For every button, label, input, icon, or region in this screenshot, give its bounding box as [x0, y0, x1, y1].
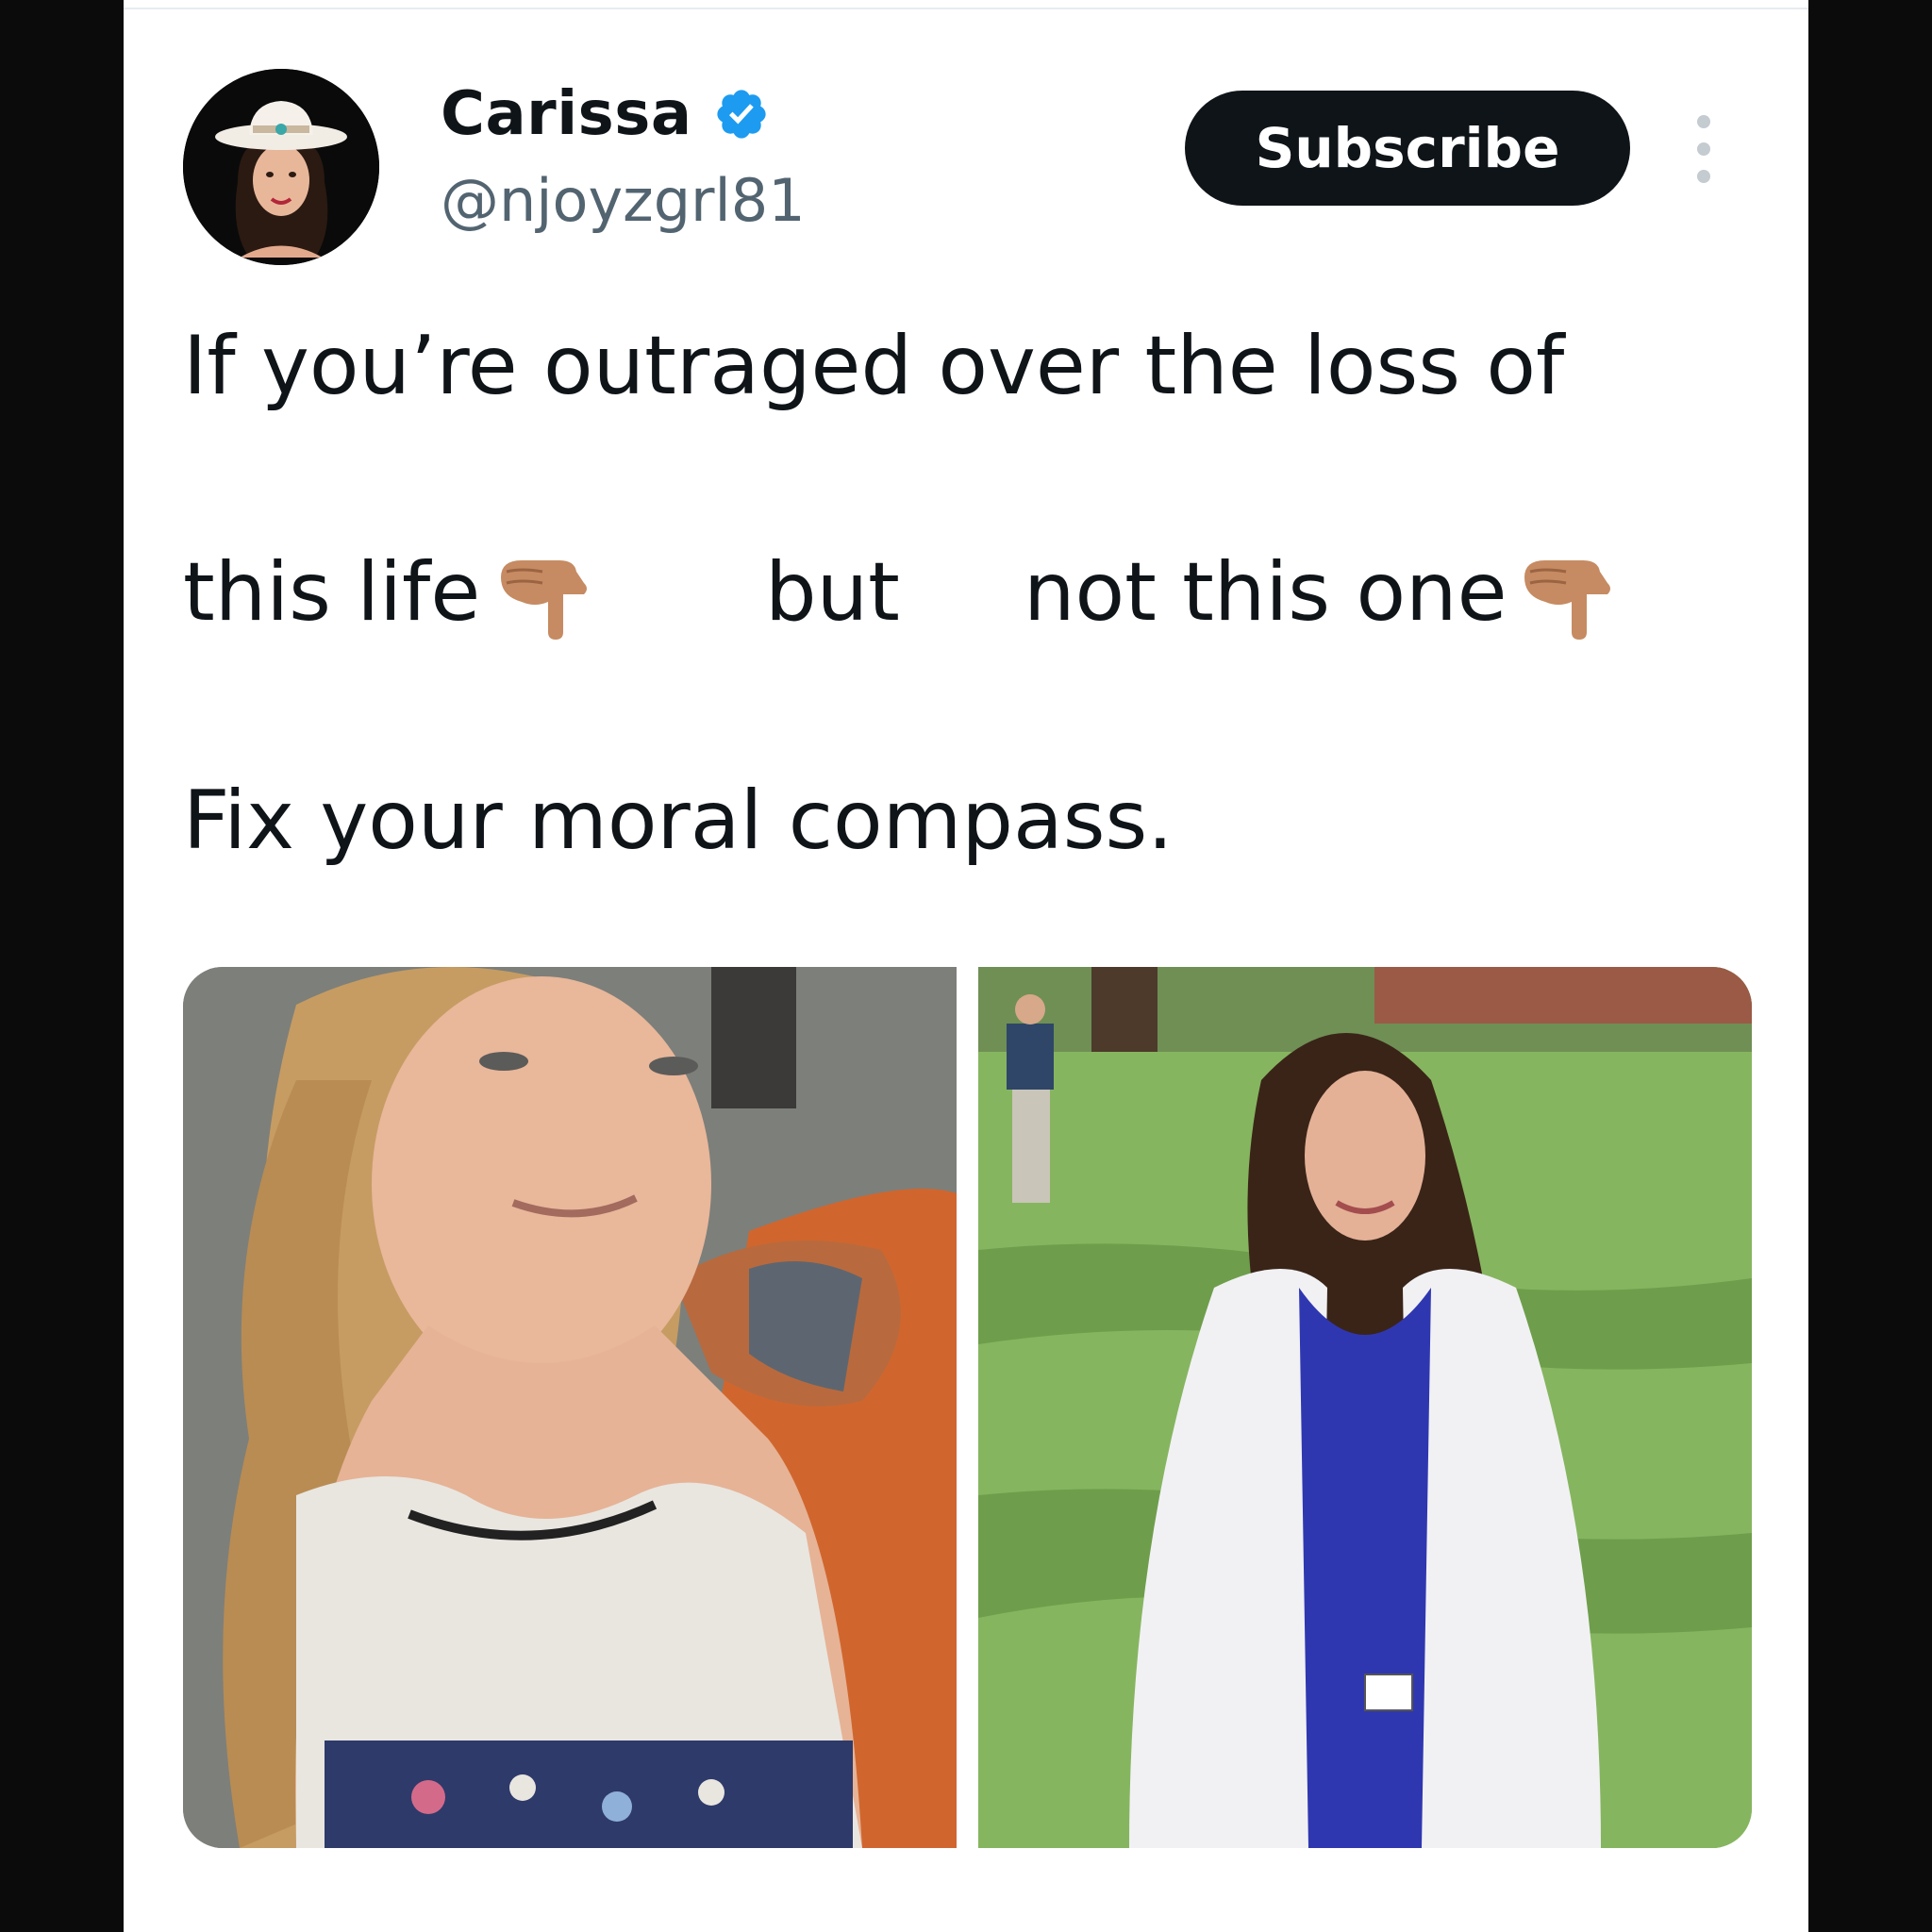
display-name[interactable]: Carissa [441, 79, 692, 149]
hand-pointing-down-icon [501, 560, 587, 640]
media-image-left[interactable] [183, 967, 957, 1848]
media-image-right[interactable] [978, 967, 1752, 1848]
photo-woman-white-coat [978, 967, 1752, 1848]
tweet-text-this-life: this life [183, 545, 481, 640]
avatar[interactable] [183, 69, 379, 265]
tweet-text-but: but [765, 545, 900, 640]
photo-woman-blonde [183, 967, 957, 1848]
hand-pointing-down-icon [1524, 560, 1610, 640]
more-options-icon[interactable] [1690, 115, 1718, 183]
author-row: Carissa [441, 79, 770, 149]
subscribe-button[interactable]: Subscribe [1185, 91, 1630, 206]
dot [1697, 142, 1710, 156]
user-handle[interactable]: @njoyzgrl81 [441, 166, 806, 235]
divider [124, 8, 1808, 9]
tweet-text-not-this-one: not this one [1024, 545, 1507, 640]
verified-badge-icon [716, 90, 766, 139]
avatar-image [183, 69, 379, 265]
dot [1697, 115, 1710, 128]
tweet-card: Carissa @njoyzgrl81 Subscribe If you’re … [124, 0, 1808, 1932]
dot [1697, 170, 1710, 183]
tweet-text-line-1: If you’re outraged over the loss of [183, 319, 1565, 413]
tweet-text-line-3: Fix your moral compass. [183, 774, 1174, 868]
